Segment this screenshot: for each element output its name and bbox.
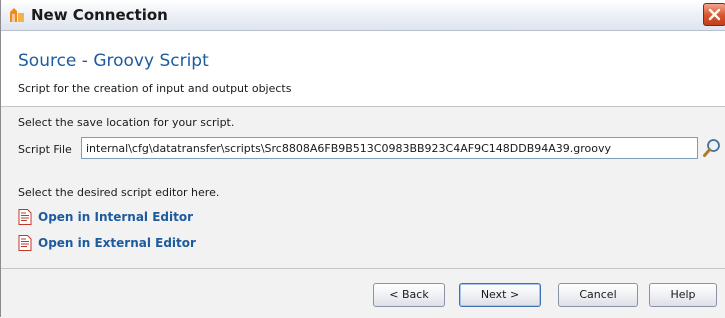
title-bar[interactable]: New Connection [1,0,725,31]
cancel-button[interactable]: Cancel [558,283,638,307]
close-icon [708,8,721,21]
script-file-icon [18,209,32,225]
open-internal-editor-link[interactable]: Open in Internal Editor [18,208,193,226]
new-connection-dialog: New Connection Source - Groovy Script Sc… [0,0,725,318]
back-button[interactable]: < Back [373,283,445,307]
open-external-editor-link[interactable]: Open in External Editor [18,234,196,252]
window-title: New Connection [31,6,168,24]
editor-instruction: Select the desired script editor here. [18,186,220,199]
page-title: Source - Groovy Script [18,51,209,71]
next-button[interactable]: Next > [459,283,541,307]
open-external-editor-label: Open in External Editor [38,236,196,250]
browse-button[interactable] [701,136,723,160]
help-button[interactable]: Help [649,283,717,307]
open-internal-editor-label: Open in Internal Editor [38,210,194,224]
save-location-instruction: Select the save location for your script… [18,116,235,129]
page-subtitle: Script for the creation of input and out… [18,82,292,95]
search-icon [703,139,720,157]
app-logo-icon [9,7,25,23]
script-file-icon [18,235,32,251]
script-file-label: Script File [18,143,72,156]
close-button[interactable] [703,3,725,26]
script-file-input[interactable] [81,137,698,159]
